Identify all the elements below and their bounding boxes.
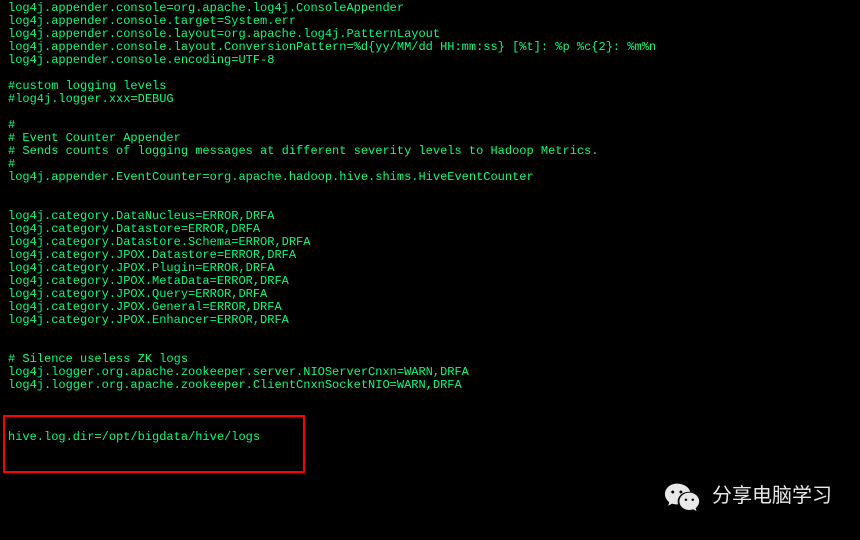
config-line: #log4j.logger.xxx=DEBUG xyxy=(8,93,852,106)
config-line xyxy=(8,184,852,197)
watermark-text: 分享电脑学习 xyxy=(712,490,832,503)
watermark: 分享电脑学习 xyxy=(664,480,832,512)
config-line: log4j.appender.EventCounter=org.apache.h… xyxy=(8,171,852,184)
config-line: log4j.category.JPOX.Enhancer=ERROR,DRFA xyxy=(8,314,852,327)
config-line xyxy=(8,106,852,119)
config-line xyxy=(8,392,852,405)
config-file-content: log4j.appender.console=org.apache.log4j.… xyxy=(8,2,852,444)
config-line xyxy=(8,405,852,418)
config-line: hive.log.dir=/opt/bigdata/hive/logs xyxy=(8,431,852,444)
config-line: log4j.appender.console.encoding=UTF-8 xyxy=(8,54,852,67)
config-line: log4j.logger.org.apache.zookeeper.Client… xyxy=(8,379,852,392)
wechat-icon xyxy=(664,480,702,512)
config-line xyxy=(8,327,852,340)
config-line: # Sends counts of logging messages at di… xyxy=(8,145,852,158)
